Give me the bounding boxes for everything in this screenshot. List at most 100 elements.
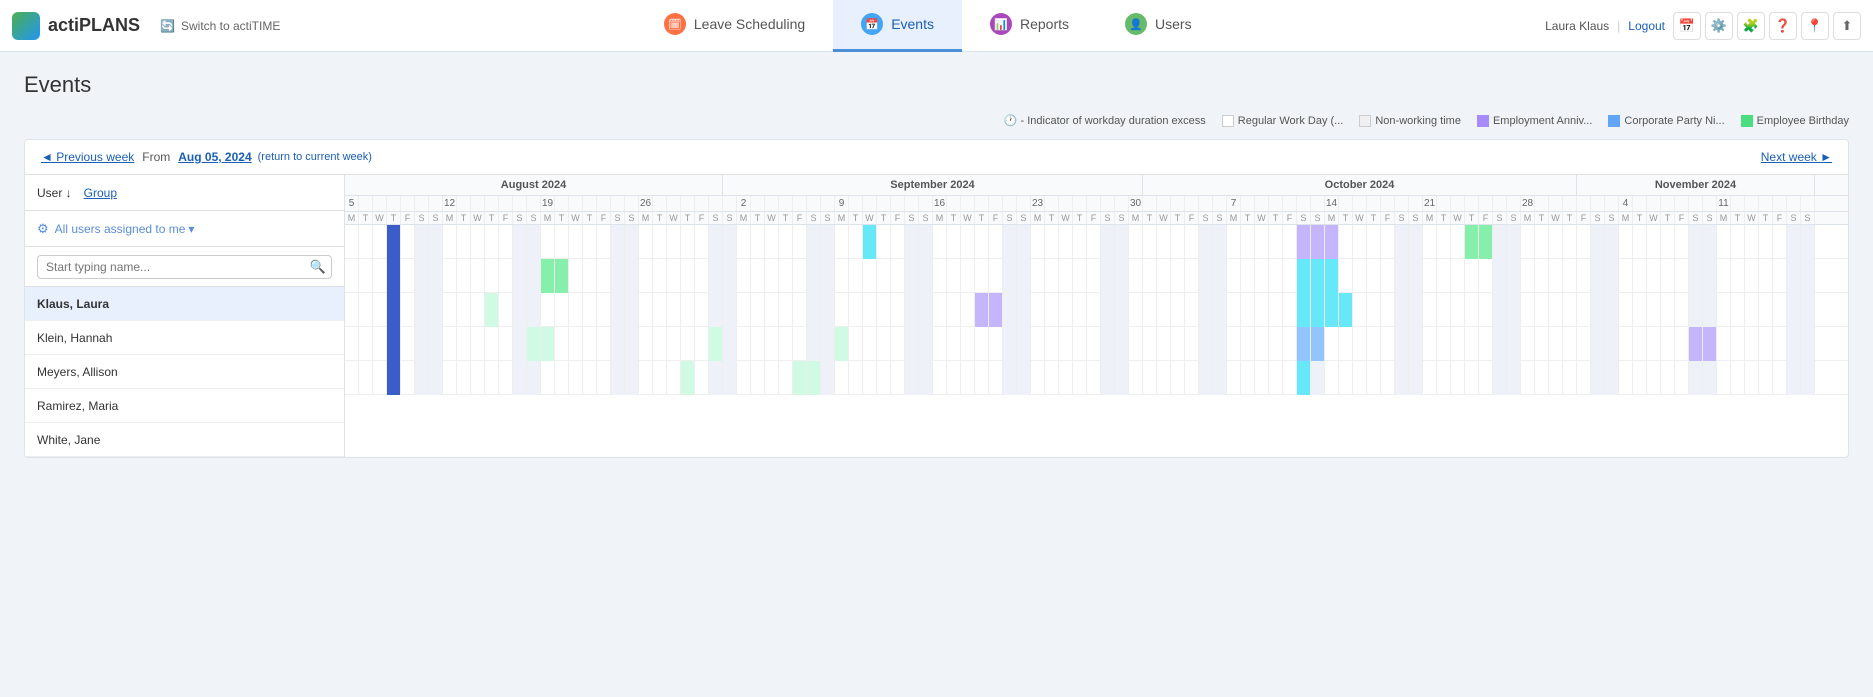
day-cell[interactable] — [653, 225, 667, 259]
day-cell[interactable] — [373, 259, 387, 293]
day-cell[interactable] — [611, 361, 625, 395]
day-cell[interactable] — [555, 259, 569, 293]
day-cell[interactable] — [1283, 259, 1297, 293]
day-cell[interactable] — [1213, 361, 1227, 395]
day-cell[interactable] — [1479, 293, 1493, 327]
plugin-icon[interactable]: 🧩 — [1737, 12, 1765, 40]
day-cell[interactable] — [681, 327, 695, 361]
day-cell[interactable] — [415, 327, 429, 361]
day-cell[interactable] — [933, 327, 947, 361]
day-cell[interactable] — [1241, 259, 1255, 293]
day-cell[interactable] — [1255, 327, 1269, 361]
day-cell[interactable] — [1241, 293, 1255, 327]
day-cell[interactable] — [947, 259, 961, 293]
day-cell[interactable] — [485, 293, 499, 327]
day-cell[interactable] — [1115, 259, 1129, 293]
day-cell[interactable] — [695, 259, 709, 293]
day-cell[interactable] — [1787, 225, 1801, 259]
day-cell[interactable] — [1787, 327, 1801, 361]
tab-reports[interactable]: 📊 Reports — [962, 0, 1097, 52]
day-cell[interactable] — [1311, 361, 1325, 395]
day-cell[interactable] — [1367, 259, 1381, 293]
day-cell[interactable] — [1619, 293, 1633, 327]
day-cell[interactable] — [1087, 293, 1101, 327]
day-cell[interactable] — [639, 327, 653, 361]
day-cell[interactable] — [961, 293, 975, 327]
day-cell[interactable] — [891, 259, 905, 293]
day-cell[interactable] — [1759, 361, 1773, 395]
day-cell[interactable] — [877, 327, 891, 361]
day-cell[interactable] — [1465, 327, 1479, 361]
day-cell[interactable] — [1395, 293, 1409, 327]
day-cell[interactable] — [1479, 361, 1493, 395]
day-cell[interactable] — [1269, 293, 1283, 327]
day-cell[interactable] — [1381, 361, 1395, 395]
day-cell[interactable] — [1647, 259, 1661, 293]
day-cell[interactable] — [1311, 327, 1325, 361]
day-cell[interactable] — [1689, 293, 1703, 327]
day-cell[interactable] — [807, 327, 821, 361]
day-cell[interactable] — [975, 259, 989, 293]
day-cell[interactable] — [513, 361, 527, 395]
day-cell[interactable] — [821, 361, 835, 395]
day-cell[interactable] — [1717, 225, 1731, 259]
day-cell[interactable] — [443, 293, 457, 327]
day-cell[interactable] — [1115, 361, 1129, 395]
day-cell[interactable] — [1633, 259, 1647, 293]
day-cell[interactable] — [1157, 225, 1171, 259]
day-cell[interactable] — [1801, 327, 1815, 361]
day-cell[interactable] — [1241, 361, 1255, 395]
day-cell[interactable] — [569, 225, 583, 259]
day-cell[interactable] — [1381, 259, 1395, 293]
day-cell[interactable] — [1311, 225, 1325, 259]
day-cell[interactable] — [695, 293, 709, 327]
day-cell[interactable] — [1157, 361, 1171, 395]
day-cell[interactable] — [779, 361, 793, 395]
day-cell[interactable] — [569, 259, 583, 293]
day-cell[interactable] — [1759, 327, 1773, 361]
day-cell[interactable] — [1605, 327, 1619, 361]
day-cell[interactable] — [1185, 259, 1199, 293]
day-cell[interactable] — [1087, 225, 1101, 259]
day-cell[interactable] — [1493, 327, 1507, 361]
day-cell[interactable] — [891, 361, 905, 395]
day-cell[interactable] — [1031, 327, 1045, 361]
search-input[interactable] — [37, 255, 332, 279]
day-cell[interactable] — [1549, 361, 1563, 395]
day-cell[interactable] — [1213, 327, 1227, 361]
day-cell[interactable] — [1633, 293, 1647, 327]
day-cell[interactable] — [1297, 225, 1311, 259]
day-cell[interactable] — [1465, 225, 1479, 259]
day-cell[interactable] — [1437, 327, 1451, 361]
day-cell[interactable] — [737, 225, 751, 259]
day-cell[interactable] — [1577, 259, 1591, 293]
day-cell[interactable] — [499, 259, 513, 293]
day-cell[interactable] — [947, 327, 961, 361]
day-cell[interactable] — [905, 327, 919, 361]
day-cell[interactable] — [1745, 361, 1759, 395]
day-cell[interactable] — [345, 361, 359, 395]
day-cell[interactable] — [1507, 361, 1521, 395]
day-cell[interactable] — [1717, 293, 1731, 327]
day-cell[interactable] — [807, 225, 821, 259]
day-cell[interactable] — [1521, 327, 1535, 361]
day-cell[interactable] — [849, 327, 863, 361]
day-cell[interactable] — [1535, 361, 1549, 395]
day-cell[interactable] — [1353, 361, 1367, 395]
day-cell[interactable] — [597, 327, 611, 361]
day-cell[interactable] — [1269, 225, 1283, 259]
day-cell[interactable] — [1759, 293, 1773, 327]
day-cell[interactable] — [569, 293, 583, 327]
day-cell[interactable] — [387, 361, 401, 395]
tab-events[interactable]: 📅 Events — [833, 0, 962, 52]
day-cell[interactable] — [639, 361, 653, 395]
day-cell[interactable] — [1409, 293, 1423, 327]
day-cell[interactable] — [989, 259, 1003, 293]
day-cell[interactable] — [765, 293, 779, 327]
day-cell[interactable] — [1143, 361, 1157, 395]
day-cell[interactable] — [1059, 225, 1073, 259]
day-cell[interactable] — [1199, 361, 1213, 395]
day-cell[interactable] — [541, 225, 555, 259]
day-cell[interactable] — [779, 259, 793, 293]
day-cell[interactable] — [499, 293, 513, 327]
